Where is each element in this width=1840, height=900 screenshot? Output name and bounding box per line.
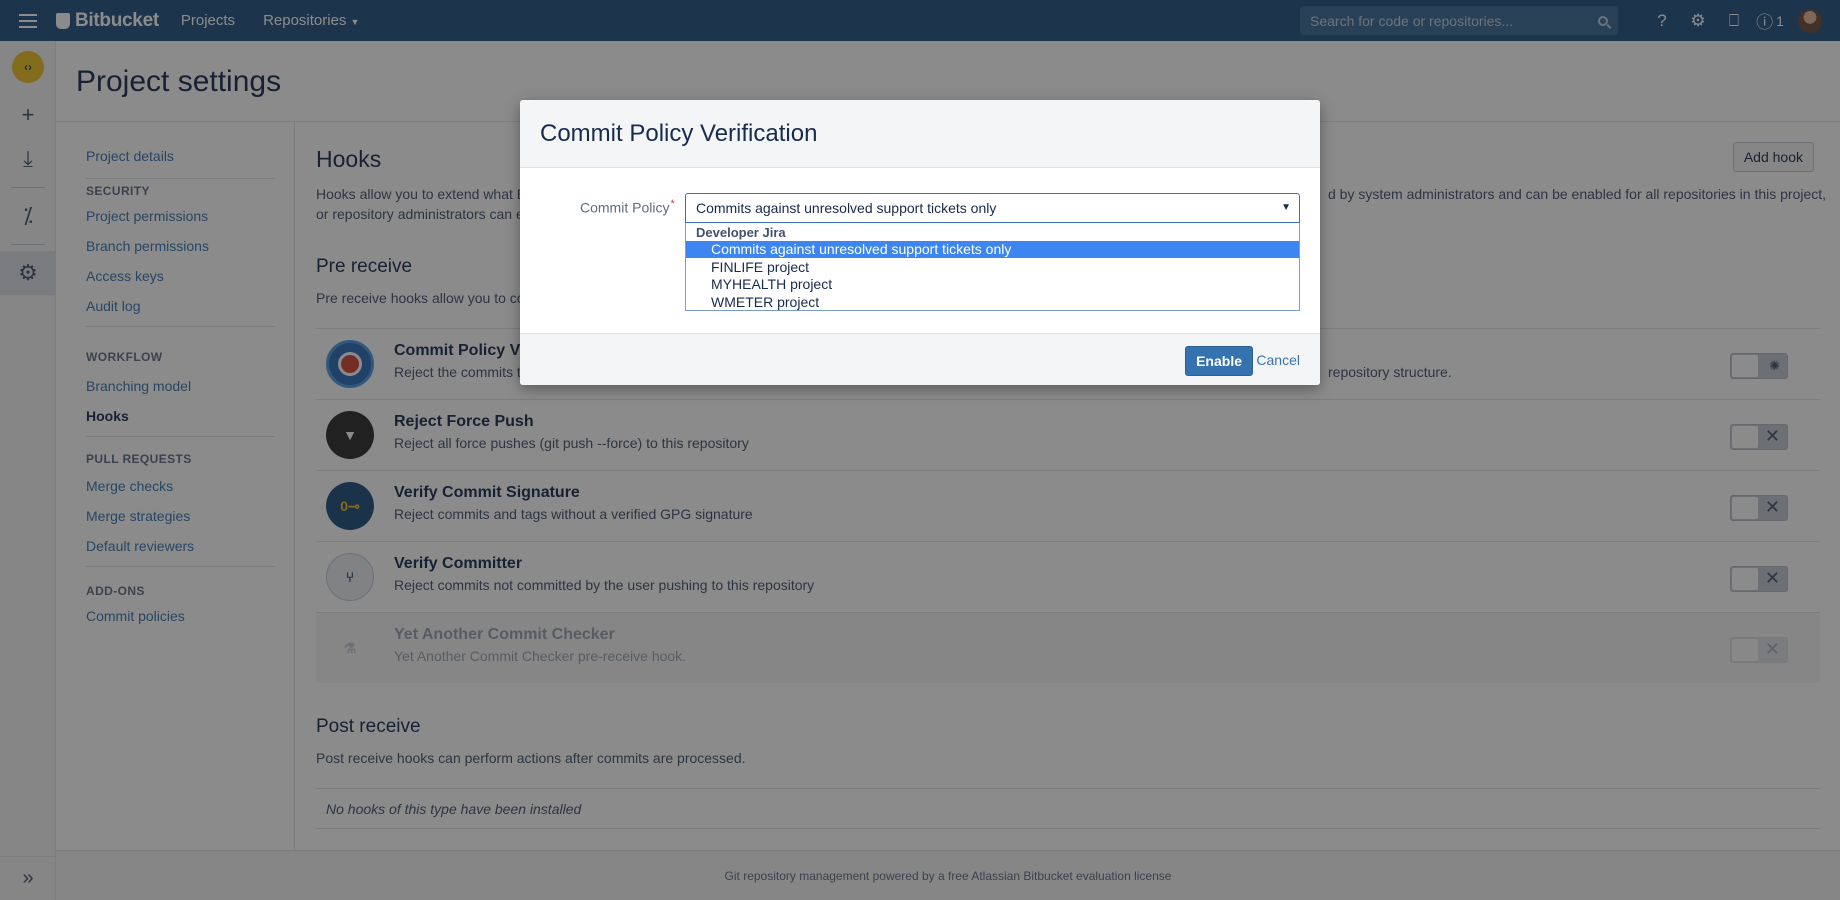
- option-finlife[interactable]: FINLIFE project: [686, 259, 1299, 276]
- dialog-footer: Enable Cancel: [520, 333, 1320, 385]
- chevron-down-icon: ▼: [1281, 202, 1291, 213]
- dialog-title: Commit Policy Verification: [520, 100, 1320, 168]
- enable-button[interactable]: Enable: [1185, 346, 1253, 376]
- required-mark: *: [670, 198, 675, 210]
- commit-policy-dialog: Commit Policy Verification Commit Policy…: [520, 100, 1320, 385]
- option-unresolved-support[interactable]: Commits against unresolved support ticke…: [686, 241, 1299, 258]
- commit-policy-dropdown: Developer Jira Commits against unresolve…: [685, 223, 1300, 311]
- option-group-label: Developer Jira: [696, 225, 786, 240]
- option-myhealth[interactable]: MYHEALTH project: [686, 276, 1299, 293]
- commit-policy-label: Commit Policy*: [580, 198, 675, 216]
- commit-policy-select[interactable]: Commits against unresolved support ticke…: [685, 193, 1300, 223]
- dialog-body: Commit Policy* Commits against unresolve…: [520, 168, 1320, 333]
- cancel-button[interactable]: Cancel: [1256, 352, 1300, 368]
- option-wmeter[interactable]: WMETER project: [686, 294, 1299, 310]
